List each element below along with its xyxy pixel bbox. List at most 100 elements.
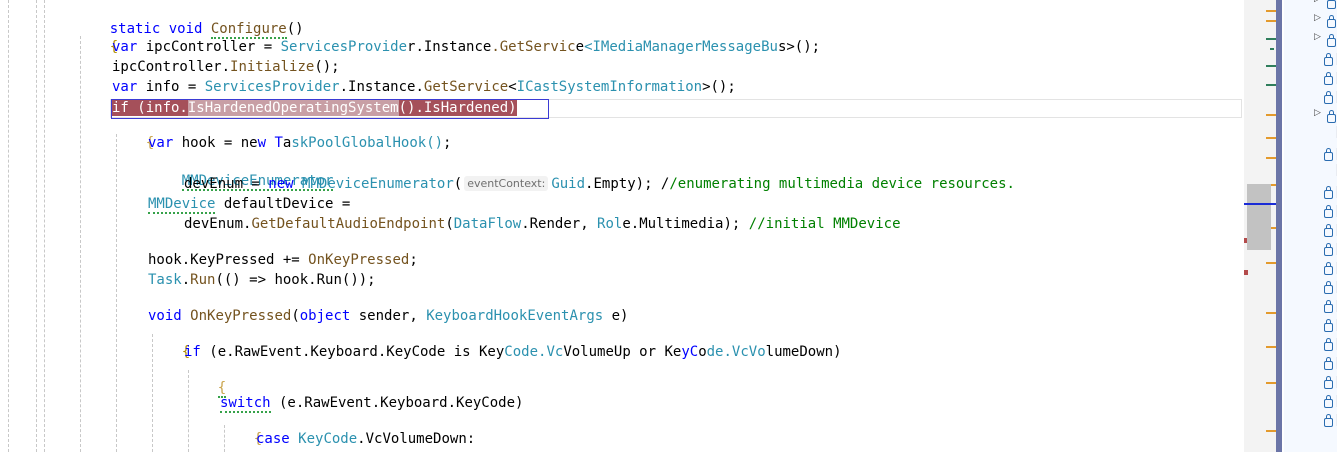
code-token: if bbox=[112, 100, 129, 116]
lock-icon bbox=[1324, 205, 1333, 218]
tree-item[interactable]: [ bbox=[1284, 317, 1337, 336]
tree-item[interactable]: [ bbox=[1284, 298, 1337, 317]
tree-item[interactable]: [ bbox=[1284, 241, 1337, 260]
code-token: . bbox=[181, 272, 191, 288]
tree-item[interactable]: ▷ bbox=[1284, 108, 1337, 127]
tree-item[interactable]: [ bbox=[1284, 393, 1337, 412]
code-token: (e.RawEvent.Keyboard.KeyCode) bbox=[270, 395, 524, 411]
tree-item[interactable]: [ bbox=[1284, 412, 1337, 431]
code-editor[interactable]: static void Configure() { var ipcControl… bbox=[0, 0, 1244, 452]
code-token: ServicesProvide bbox=[272, 39, 408, 55]
lock-icon bbox=[1324, 91, 1333, 104]
tree-item[interactable]: [ bbox=[1284, 146, 1337, 165]
code-token: ( bbox=[291, 308, 300, 324]
tree-item[interactable]: [ bbox=[1284, 260, 1337, 279]
code-line[interactable]: { bbox=[148, 325, 190, 360]
tree-item[interactable]: [ bbox=[1284, 279, 1337, 298]
tree-item[interactable]: [ bbox=[1284, 163, 1337, 184]
tree-item[interactable]: [ bbox=[1284, 355, 1337, 374]
tree-item[interactable]: [ bbox=[1284, 89, 1337, 108]
code-token: < bbox=[508, 79, 517, 95]
code-line[interactable]: hook.KeyPressed += OnKeyPressed; bbox=[148, 251, 418, 269]
code-line[interactable]: if (e.RawEvent.Keyboard.KeyCode is KeyCo… bbox=[184, 343, 842, 361]
tree-item[interactable]: ▷ bbox=[1284, 0, 1337, 13]
code-token: OnKeyPressed bbox=[308, 252, 410, 268]
scroll-marker bbox=[1266, 84, 1276, 86]
code-token: VolumeUp or Ke bbox=[563, 344, 682, 360]
scroll-marker bbox=[1266, 20, 1276, 22]
code-line[interactable]: { bbox=[184, 361, 227, 398]
tree-item[interactable]: [ bbox=[1284, 203, 1337, 222]
code-line[interactable]: MMDevice defaultDevice = bbox=[148, 195, 350, 214]
tree-item[interactable]: ▷ bbox=[1284, 13, 1337, 32]
code-token: ipcController = bbox=[137, 39, 273, 55]
code-token: e bbox=[575, 39, 585, 55]
code-line[interactable]: { bbox=[220, 412, 262, 447]
code-token: s>(); bbox=[777, 39, 821, 55]
code-token: KeyboardHookEventArgs bbox=[426, 308, 604, 324]
code-line[interactable]: Task.Run(() => hook.Run()); bbox=[148, 271, 376, 289]
expand-arrow-icon[interactable]: ▷ bbox=[1314, 108, 1321, 118]
code-line[interactable]: devEnum.GetDefaultAudioEndpoint(DataFlow… bbox=[184, 215, 901, 233]
code-token: .Render, bbox=[521, 216, 589, 232]
code-line[interactable]: void OnKeyPressed(object sender, Keyboar… bbox=[148, 307, 629, 325]
code-line[interactable]: switch (e.RawEvent.Keyboard.KeyCode) bbox=[220, 394, 524, 413]
code-line[interactable]: devEnum = new MMDeviceEnumerator(eventCo… bbox=[184, 175, 1015, 193]
window-splitter[interactable] bbox=[1276, 0, 1282, 452]
code-line[interactable]: var info = ServicesProvider.Instance.Get… bbox=[112, 78, 736, 96]
scroll-marker bbox=[1266, 10, 1276, 12]
code-token: static void bbox=[109, 21, 211, 37]
code-token: ipcController. bbox=[112, 59, 231, 75]
code-line[interactable]: var hook = new TaskPoolGlobalHook(); bbox=[148, 134, 451, 152]
code-token: lumeDown) bbox=[765, 344, 842, 360]
code-token: .Empty) bbox=[585, 176, 645, 192]
code-token: OnKeyPressed bbox=[190, 308, 292, 324]
code-line[interactable]: { bbox=[112, 116, 154, 151]
indent-guide bbox=[8, 0, 9, 452]
expand-arrow-icon[interactable]: ▷ bbox=[1314, 13, 1321, 23]
scroll-marker bbox=[1266, 262, 1276, 264]
code-line[interactable]: var ipcController = ServicesProvider.Ins… bbox=[112, 38, 820, 56]
code-line[interactable]: ipcController.Initialize(); bbox=[112, 58, 340, 76]
code-token: Instance bbox=[348, 79, 416, 95]
code-token: .Instanc bbox=[415, 39, 483, 55]
tree-item[interactable]: ▷ bbox=[1284, 32, 1337, 51]
indent-guide bbox=[44, 0, 45, 452]
tree-item[interactable]: [ bbox=[1284, 374, 1337, 393]
expand-arrow-icon[interactable]: ▷ bbox=[1314, 32, 1321, 42]
tree-item[interactable]: [ bbox=[1284, 51, 1337, 70]
code-token: MMDeviceEnumerator bbox=[302, 176, 454, 192]
scrollbar-thumb[interactable] bbox=[1247, 184, 1271, 250]
code-token: ); bbox=[723, 216, 741, 232]
code-token: DataFlow bbox=[453, 216, 522, 232]
tree-item[interactable]: [ bbox=[1284, 70, 1337, 89]
lock-icon bbox=[1324, 53, 1333, 66]
caret-position-marker bbox=[1244, 203, 1276, 205]
lock-icon bbox=[1324, 243, 1333, 256]
code-line[interactable]: { bbox=[76, 20, 118, 55]
code-token: info = bbox=[137, 79, 205, 95]
code-token: KeyCode bbox=[298, 431, 358, 447]
code-token: de.VcVo bbox=[706, 344, 766, 360]
scroll-marker bbox=[1266, 346, 1276, 348]
solution-explorer-tree[interactable]: ▷▷▷[[[▷[[[[[[[[[[[[[[[[ bbox=[1284, 0, 1337, 452]
code-token: ; / bbox=[644, 176, 670, 192]
tree-item[interactable]: [ bbox=[1284, 222, 1337, 241]
tree-item[interactable]: [ bbox=[1284, 184, 1337, 203]
expand-arrow-icon[interactable]: ▷ bbox=[1314, 0, 1321, 4]
code-token: MMDevice bbox=[148, 196, 216, 214]
code-token: ( bbox=[445, 216, 454, 232]
tree-item[interactable]: [ bbox=[1284, 336, 1337, 355]
scroll-marker bbox=[1266, 38, 1276, 40]
code-token: GetDefaultAudioEndpoint bbox=[251, 216, 446, 232]
tree-item[interactable]: [ bbox=[1284, 125, 1337, 146]
scroll-marker bbox=[1266, 312, 1276, 314]
code-token: Task bbox=[148, 272, 182, 288]
lock-icon bbox=[1324, 338, 1333, 351]
code-token: (); bbox=[314, 59, 340, 75]
code-line[interactable]: MMDeviceEnumerator bbox=[148, 154, 334, 191]
code-line[interactable]: case KeyCode.VcVolumeDown: bbox=[256, 430, 475, 448]
code-line[interactable]: static void Configure() bbox=[76, 2, 304, 39]
code-line[interactable]: if (info.IsHardenedOperatingSystem().IsH… bbox=[112, 99, 517, 117]
code-token: e.Multimedia bbox=[622, 216, 724, 232]
